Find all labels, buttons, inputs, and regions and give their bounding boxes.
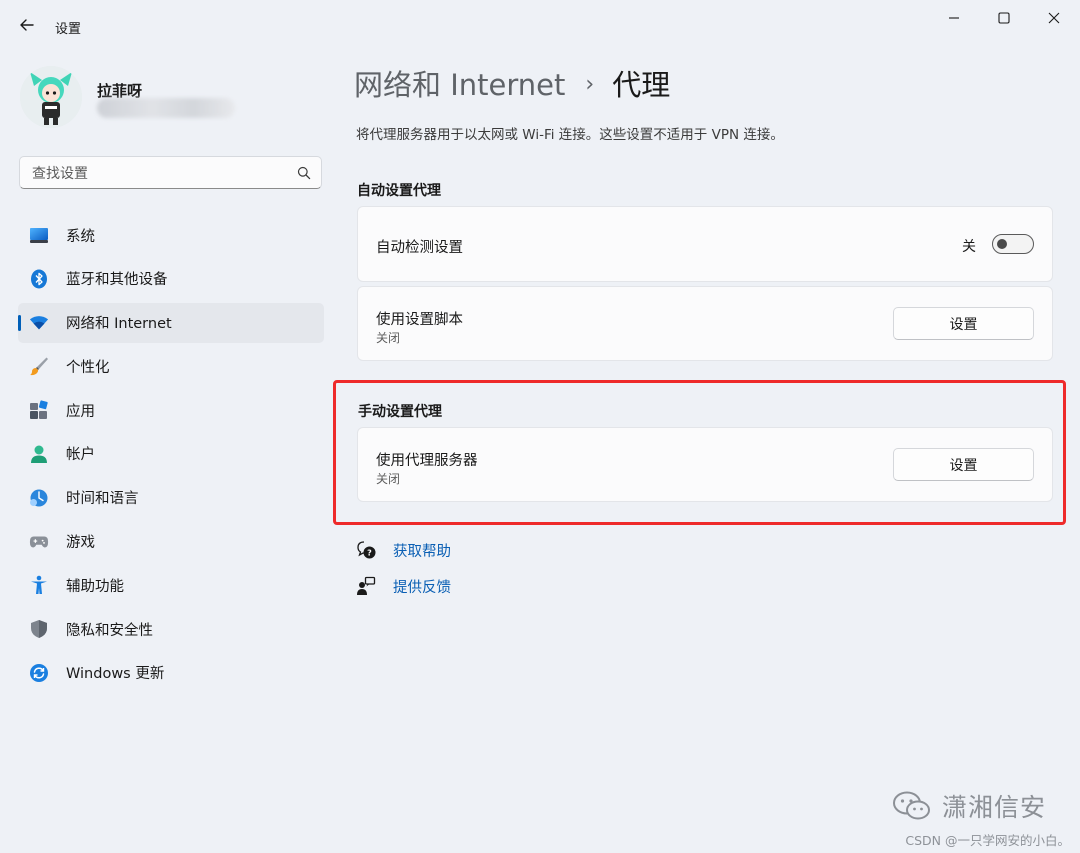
maximize-icon xyxy=(998,12,1010,24)
manual-proxy-heading: 手动设置代理 xyxy=(358,404,442,420)
watermark-brand: 潇湘信安 xyxy=(941,793,1046,822)
breadcrumb: 网络和 Internet › 代理 xyxy=(354,62,670,104)
auto-proxy-heading: 自动设置代理 xyxy=(357,183,441,199)
sidebar-item-time-language[interactable]: 时间和语言 xyxy=(18,478,324,518)
time-language-icon xyxy=(29,488,49,508)
get-help-label[interactable]: 获取帮助 xyxy=(393,540,451,561)
sidebar-item-bluetooth[interactable]: 蓝牙和其他设备 xyxy=(18,259,324,299)
setup-script-button[interactable]: 设置 xyxy=(893,307,1034,340)
wechat-icon xyxy=(892,791,930,820)
toggle-state-label: 关 xyxy=(962,239,976,255)
page-description: 将代理服务器用于以太网或 Wi-Fi 连接。这些设置不适用于 VPN 连接。 xyxy=(356,127,784,143)
maximize-button[interactable] xyxy=(986,8,1022,28)
user-email-redacted xyxy=(97,98,235,118)
window-title: 设置 xyxy=(55,22,82,37)
auto-detect-title: 自动检测设置 xyxy=(376,240,463,256)
proxy-server-status: 关闭 xyxy=(376,472,401,486)
sidebar-item-windows-update[interactable]: Windows 更新 xyxy=(18,653,324,693)
sidebar-nav: 系统 蓝牙和其他设备 网络和 Internet 个性化 应用 帐户 时间和语言 … xyxy=(18,215,324,697)
wifi-icon xyxy=(29,313,49,333)
feedback-icon xyxy=(357,576,376,595)
sidebar-item-privacy[interactable]: 隐私和安全性 xyxy=(18,609,324,649)
sidebar-item-label: 个性化 xyxy=(66,359,110,376)
sidebar-item-apps[interactable]: 应用 xyxy=(18,390,324,430)
apps-icon xyxy=(29,400,49,420)
sidebar-item-system[interactable]: 系统 xyxy=(18,215,324,255)
back-button[interactable] xyxy=(16,14,38,36)
sidebar-item-network[interactable]: 网络和 Internet xyxy=(18,302,324,343)
get-help-link[interactable]: ? 获取帮助 xyxy=(356,539,451,561)
sidebar-item-label: 帐户 xyxy=(66,447,95,464)
breadcrumb-parent[interactable]: 网络和 Internet xyxy=(354,68,565,102)
sidebar-item-label: 网络和 Internet xyxy=(66,316,172,333)
close-button[interactable] xyxy=(1036,8,1072,28)
auto-detect-toggle[interactable] xyxy=(992,234,1034,254)
sidebar-item-label: 系统 xyxy=(66,228,95,245)
system-icon xyxy=(29,225,49,245)
setup-script-title: 使用设置脚本 xyxy=(376,312,463,328)
update-icon xyxy=(29,663,49,683)
proxy-server-title: 使用代理服务器 xyxy=(376,453,478,469)
help-icon: ? xyxy=(357,541,376,559)
watermark: 潇湘信安 xyxy=(892,788,1046,824)
account-icon xyxy=(29,444,49,464)
chevron-right-icon: › xyxy=(585,72,595,97)
sidebar-item-label: 应用 xyxy=(66,403,95,420)
search-box[interactable] xyxy=(19,156,322,189)
proxy-server-setup-button[interactable]: 设置 xyxy=(893,448,1034,481)
sidebar-item-label: 游戏 xyxy=(66,535,95,552)
proxy-server-card: 使用代理服务器 关闭 设置 xyxy=(357,427,1053,502)
sidebar-item-accessibility[interactable]: 辅助功能 xyxy=(18,565,324,605)
sidebar-item-gaming[interactable]: 游戏 xyxy=(18,522,324,562)
avatar[interactable] xyxy=(20,66,82,128)
brush-icon xyxy=(29,356,49,376)
sidebar-item-personalization[interactable]: 个性化 xyxy=(18,346,324,386)
sidebar-item-label: 隐私和安全性 xyxy=(66,622,153,639)
sidebar-item-label: 辅助功能 xyxy=(66,578,124,595)
watermark-credit: CSDN @一只学网安的小白。 xyxy=(905,833,1070,848)
accessibility-icon xyxy=(29,575,49,595)
search-input[interactable] xyxy=(30,163,289,185)
sidebar-item-label: 蓝牙和其他设备 xyxy=(66,272,168,289)
page-title: 代理 xyxy=(612,68,671,102)
sidebar-item-label: 时间和语言 xyxy=(66,491,139,508)
auto-detect-card: 自动检测设置 关 xyxy=(357,206,1053,282)
setup-script-card: 使用设置脚本 关闭 设置 xyxy=(357,286,1053,361)
toggle-knob xyxy=(997,239,1007,249)
back-arrow-icon xyxy=(20,19,34,31)
bluetooth-icon xyxy=(29,269,49,289)
feedback-link[interactable]: 提供反馈 xyxy=(356,575,451,597)
minimize-button[interactable] xyxy=(936,8,972,28)
avatar-image xyxy=(20,66,82,128)
setup-script-status: 关闭 xyxy=(376,331,401,345)
sidebar-item-accounts[interactable]: 帐户 xyxy=(18,434,324,474)
feedback-label[interactable]: 提供反馈 xyxy=(393,576,451,597)
sidebar-item-label: Windows 更新 xyxy=(66,666,165,683)
minimize-icon xyxy=(949,17,959,19)
search-icon[interactable] xyxy=(297,166,311,180)
active-indicator xyxy=(18,314,21,331)
gamepad-icon xyxy=(29,532,49,552)
svg-text:?: ? xyxy=(367,549,372,558)
close-icon xyxy=(1048,12,1060,24)
shield-icon xyxy=(29,619,49,639)
